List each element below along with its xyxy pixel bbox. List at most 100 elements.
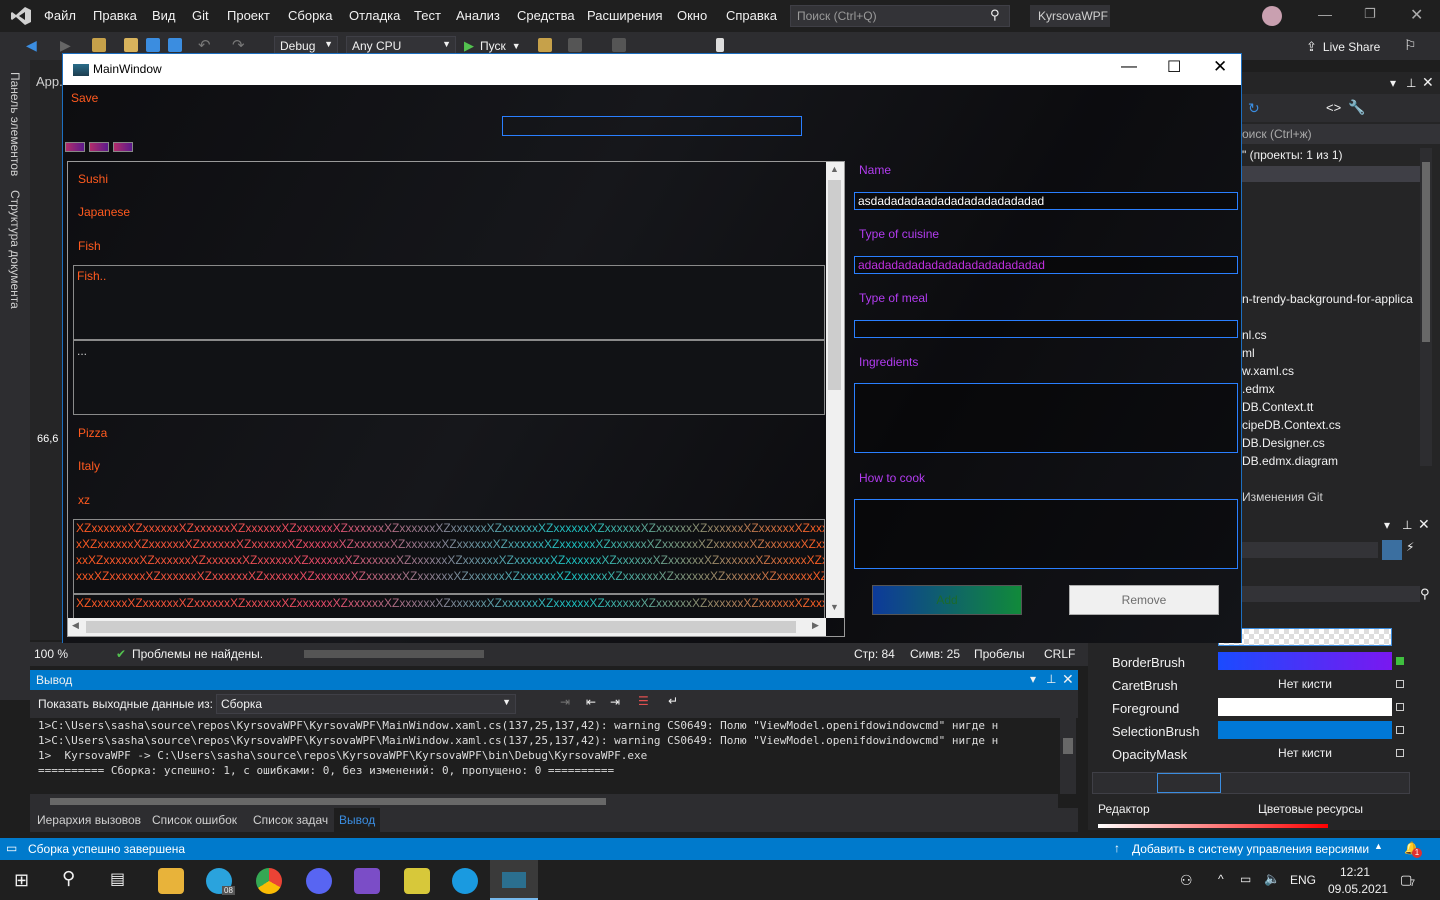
search-icon[interactable]: ⚲ [990,7,1000,23]
prop-row-borderbrush[interactable]: BorderBrush [1112,652,1422,672]
redo-icon[interactable]: ↷ [232,36,245,54]
tab-task-list[interactable]: Список задач [253,813,328,827]
events-icon[interactable]: ⚡ [1406,540,1426,560]
panel-close-icon[interactable]: ✕ [1062,671,1074,688]
prop-value[interactable]: Нет кисти [1218,675,1392,693]
search-icon[interactable]: ⚲ [1420,586,1430,602]
chrome-icon[interactable] [256,868,282,894]
active-app-slot[interactable] [490,860,538,900]
props-name-field[interactable] [1240,542,1378,558]
user-avatar[interactable] [1262,6,1282,26]
menu-git[interactable]: Git [192,8,209,23]
discord-icon[interactable] [306,868,332,894]
add-button[interactable]: Add [872,585,1022,615]
designer-zoom[interactable]: 66,6 [37,433,58,445]
menu-test[interactable]: Тест [414,8,441,23]
menu-analyze[interactable]: Анализ [456,8,500,23]
problems-status[interactable]: Проблемы не найдены. [132,647,263,661]
panel-menu-icon[interactable]: ▾ [1390,76,1396,90]
color-gradient-bar[interactable] [1098,824,1328,828]
new-project-icon[interactable] [92,38,106,52]
menu-project[interactable]: Проект [227,8,270,23]
recipe-listbox[interactable]: Sushi Japanese Fish Fish.. ... Pizza Ita… [67,161,845,637]
panel-close-icon[interactable]: ✕ [1422,74,1434,91]
maximize-icon[interactable]: ☐ [1167,57,1181,77]
save-all-icon[interactable] [168,38,182,52]
editor-zoom[interactable]: 100 % [34,647,68,661]
background-brush-swatch[interactable] [1218,628,1392,646]
cuisine-textbox[interactable]: adadadadadadadadadadadadadad [854,256,1238,274]
restore-icon[interactable]: ❐ [1364,6,1376,22]
solution-scrollbar[interactable] [1420,148,1432,466]
prop-row-caretbrush[interactable]: CaretBrush Нет кисти [1112,675,1422,695]
refresh-icon[interactable]: ↻ [1248,100,1260,117]
pin-icon[interactable]: ⊥ [1402,518,1412,532]
save-icon[interactable] [146,38,160,52]
wrench-icon[interactable] [1382,540,1402,560]
windows-start-icon[interactable]: ⊞ [14,870,29,891]
solid-brush-tab[interactable] [1157,773,1221,793]
next-message-icon[interactable]: ⇥ [610,695,620,709]
color-swatch-button[interactable] [89,142,109,152]
file-explorer-icon[interactable] [158,868,184,894]
solution-item[interactable]: DB.edmx.diagram [1242,454,1338,468]
solution-search-input[interactable]: оиск (Ctrl+ж) [1240,124,1440,144]
output-hscrollbar[interactable] [30,794,1058,808]
clear-all-icon[interactable]: ☰ [638,694,649,708]
prop-value-swatch[interactable] [1218,652,1392,670]
toolbar-icon[interactable] [568,38,582,52]
language-indicator[interactable]: ENG [1290,873,1316,887]
menu-window[interactable]: Окно [677,8,707,23]
solution-item[interactable]: nl.cs [1242,328,1267,342]
menu-tools[interactable]: Средства [517,8,575,23]
prop-marker[interactable] [1396,680,1404,688]
name-textbox[interactable]: asdadadadaadadadadadadadadad [854,192,1238,210]
how-to-cook-textbox[interactable] [854,499,1238,569]
ingredients-textbox[interactable] [854,383,1238,453]
forward-icon[interactable]: ▶ [60,37,71,54]
solution-item[interactable]: w.xaml.cs [1242,364,1294,378]
menu-help[interactable]: Справка [726,8,777,23]
edge-icon[interactable] [452,868,478,894]
live-share-button[interactable]: ⇪ Live Share [1306,39,1380,55]
tab-call-hierarchy[interactable]: Иерархия вызовов [37,813,141,827]
solution-item[interactable]: ml [1242,346,1255,360]
close-icon[interactable]: ✕ [1213,57,1227,77]
meal-textbox[interactable] [854,320,1238,338]
color-resources-tab[interactable]: Цветовые ресурсы [1258,802,1363,816]
save-menu-item[interactable]: Save [71,91,98,105]
solution-item[interactable]: DB.Context.tt [1242,400,1313,414]
prop-marker[interactable] [1396,703,1404,711]
panel-close-icon[interactable]: ✕ [1418,516,1430,533]
output-vscrollbar[interactable] [1060,718,1076,794]
volume-icon[interactable]: 🔈 [1264,871,1280,887]
toolbox-tab[interactable]: Панель элементов [8,72,22,176]
pin-icon[interactable]: ⊥ [1046,672,1056,686]
git-changes-tab[interactable]: Изменения Git [1242,490,1323,504]
remove-button[interactable]: Remove [1069,585,1219,615]
solution-item[interactable]: .edmx [1242,382,1275,396]
menu-view[interactable]: Вид [152,8,176,23]
network-icon[interactable]: ▭ [1240,872,1251,886]
bookmark-icon[interactable] [716,38,724,52]
add-to-source-control[interactable]: Добавить в систему управления версиями [1132,842,1369,856]
list-item[interactable]: Pizza Italy xz XZxxxxxxXZxxxxxxXZxxxxxxX… [68,416,826,636]
undo-icon[interactable]: ↶ [198,36,211,54]
list-item[interactable]: Sushi Japanese Fish Fish.. ... [68,162,826,424]
document-outline-tab[interactable]: Структура документа [8,190,22,309]
word-wrap-icon[interactable]: ↵ [668,694,678,708]
menu-edit[interactable]: Правка [93,8,137,23]
prop-marker[interactable] [1396,657,1404,665]
panel-menu-icon[interactable]: ▾ [1030,672,1036,686]
tab-output[interactable]: Вывод [334,808,381,832]
clock-time[interactable]: 12:21 [1340,865,1370,879]
prop-value[interactable]: Нет кисти [1218,744,1392,762]
clock-date[interactable]: 09.05.2021 [1328,882,1388,896]
menu-build[interactable]: Сборка [288,8,333,23]
solution-item[interactable]: cipeDB.Context.cs [1242,418,1341,432]
prop-row-foreground[interactable]: Foreground [1112,698,1422,718]
list-hscrollbar[interactable]: ◀ ▶ [68,618,826,636]
visual-studio-icon[interactable] [354,868,380,894]
indent-mode[interactable]: Пробелы [974,647,1025,661]
vs-search-input[interactable]: Поиск (Ctrl+Q) [790,5,1010,27]
